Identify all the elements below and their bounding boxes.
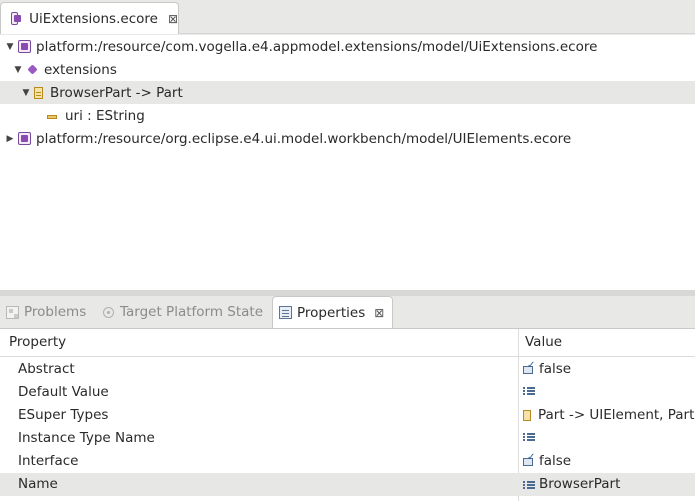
tree-item-label: BrowserPart -> Part xyxy=(50,84,183,101)
boolean-value-icon xyxy=(523,452,536,468)
property-value[interactable]: BrowserPart xyxy=(523,476,620,492)
property-row-instance-type-name[interactable]: Instance Type Name xyxy=(0,427,695,450)
ecore-file-icon xyxy=(11,12,22,25)
editor-tab-label: UiExtensions.ecore xyxy=(29,10,158,27)
property-row-default-value[interactable]: Default Value xyxy=(0,381,695,404)
tab-properties[interactable]: Properties ⊠ xyxy=(272,296,394,328)
text-value-icon xyxy=(523,384,536,397)
column-header-property[interactable]: Property xyxy=(9,334,66,350)
tree-item-uri[interactable]: uri : EString xyxy=(0,104,695,127)
tree-item-label: platform:/resource/com.vogella.e4.appmod… xyxy=(36,38,598,55)
properties-icon xyxy=(279,306,292,319)
tab-target-platform-state[interactable]: Target Platform State xyxy=(102,296,263,328)
boolean-value-icon xyxy=(523,360,536,376)
close-icon[interactable]: ⊠ xyxy=(374,306,384,320)
tab-label: Properties xyxy=(297,304,366,321)
property-row-name[interactable]: Name BrowserPart xyxy=(0,473,695,496)
property-value-text: false xyxy=(539,453,572,469)
tree-item-uiextensions-resource[interactable]: ▼ platform:/resource/com.vogella.e4.appm… xyxy=(0,35,695,58)
eattribute-icon xyxy=(47,114,57,119)
eclass-icon xyxy=(34,86,43,99)
target-icon xyxy=(102,306,115,319)
property-value-text: Part -> UIElement, PartS xyxy=(538,407,695,423)
close-icon[interactable]: ⊠ xyxy=(168,12,178,26)
ecore-tree: ▼ platform:/resource/com.vogella.e4.appm… xyxy=(0,35,695,290)
bottom-views: Problems Target Platform State Propertie… xyxy=(0,296,695,501)
tree-item-uielements-resource[interactable]: ▶ platform:/resource/org.eclipse.e4.ui.m… xyxy=(0,127,695,150)
property-value-text: false xyxy=(539,361,572,377)
editor-tab-bar: UiExtensions.ecore ⊠ xyxy=(0,0,695,34)
property-name: ESuper Types xyxy=(18,407,109,423)
expand-arrow-icon[interactable]: ▼ xyxy=(4,41,16,53)
ecore-resource-icon xyxy=(18,132,31,145)
property-value-text: BrowserPart xyxy=(539,476,621,492)
property-row-interface[interactable]: Interface false xyxy=(0,450,695,473)
property-row-abstract[interactable]: Abstract false xyxy=(0,358,695,381)
column-header-value[interactable]: Value xyxy=(525,334,562,350)
property-name: Interface xyxy=(18,453,79,469)
property-name: Instance Type Name xyxy=(18,430,155,446)
epackage-icon xyxy=(26,63,39,76)
editor-tab-uiextensions[interactable]: UiExtensions.ecore ⊠ xyxy=(0,2,179,34)
property-value[interactable] xyxy=(523,430,539,443)
property-value[interactable]: false xyxy=(523,360,572,377)
ecore-editor: UiExtensions.ecore ⊠ ▼ platform:/resourc… xyxy=(0,0,695,290)
expand-arrow-icon[interactable]: ▼ xyxy=(20,87,32,99)
text-value-icon xyxy=(523,430,536,443)
property-name: Abstract xyxy=(18,361,75,377)
tree-item-label: extensions xyxy=(44,61,117,78)
property-value[interactable] xyxy=(523,384,539,397)
tree-item-label: uri : EString xyxy=(65,107,145,124)
tab-label: Problems xyxy=(24,304,87,320)
tree-item-label: platform:/resource/org.eclipse.e4.ui.mod… xyxy=(36,130,572,147)
ecore-resource-icon xyxy=(18,40,31,53)
expand-arrow-collapsed-icon[interactable]: ▶ xyxy=(4,133,16,145)
tab-label: Target Platform State xyxy=(120,304,264,320)
problems-icon xyxy=(6,305,19,319)
eclass-icon xyxy=(523,409,531,421)
property-value[interactable]: Part -> UIElement, PartS xyxy=(523,407,695,423)
properties-table-header: Property Value xyxy=(0,329,695,357)
property-row-esuper-types[interactable]: ESuper Types Part -> UIElement, PartS xyxy=(0,404,695,427)
tree-item-extensions[interactable]: ▼ extensions xyxy=(0,58,695,81)
property-value[interactable]: false xyxy=(523,452,572,469)
property-name: Default Value xyxy=(18,384,109,400)
tree-item-browserpart[interactable]: ▼ BrowserPart -> Part xyxy=(0,81,695,104)
view-tab-bar: Problems Target Platform State Propertie… xyxy=(0,296,695,328)
text-value-icon xyxy=(523,478,536,491)
tab-problems[interactable]: Problems xyxy=(6,296,86,328)
properties-table: Property Value Abstract false Default Va… xyxy=(0,328,695,501)
expand-arrow-icon[interactable]: ▼ xyxy=(12,64,24,76)
property-name: Name xyxy=(18,476,58,492)
